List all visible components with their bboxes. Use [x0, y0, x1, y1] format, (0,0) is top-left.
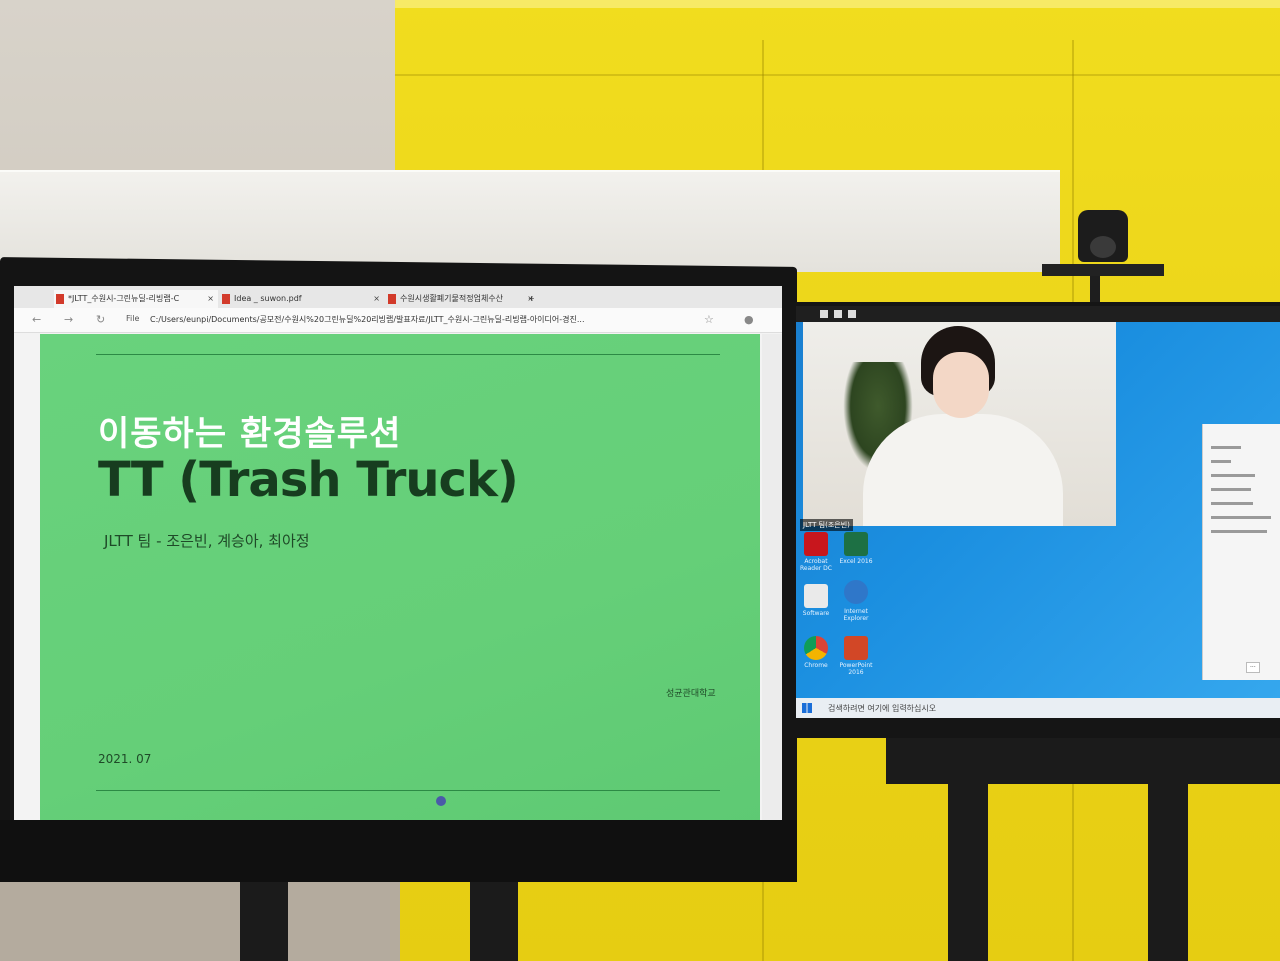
- acrobat-icon[interactable]: [804, 532, 828, 556]
- tab-jltt-ppt[interactable]: *JLTT_수원시-그린뉴딜-리빙랩-C ×: [54, 290, 218, 308]
- left-monitor-chin: [0, 820, 797, 882]
- camera-lens: [1090, 236, 1116, 258]
- internet-explorer-icon[interactable]: [844, 580, 868, 604]
- slide-bottom-rule: [96, 790, 720, 791]
- presentation-slide: 이동하는 환경솔루션 TT (Trash Truck) JLTT 팀 - 조은빈…: [40, 334, 760, 820]
- view-icon[interactable]: [834, 310, 842, 318]
- desktop-icon-label: Acrobat Reader DC: [800, 558, 832, 572]
- power-icon: [436, 796, 446, 806]
- pdf-icon: [222, 294, 230, 304]
- slide-university: 성균관대학교: [666, 689, 716, 699]
- monitor-stand-leg: [240, 880, 288, 961]
- tab-label: *JLTT_수원시-그린뉴딜-리빙랩-C: [68, 294, 180, 303]
- participant-name: JLTT 팀(조은빈): [800, 519, 853, 531]
- chat-message: [1211, 460, 1231, 463]
- address-bar[interactable]: ← → ↻ File C:/Users/eunpi/Documents/공모전/…: [14, 308, 782, 333]
- slide-title-english: TT (Trash Truck): [98, 452, 519, 508]
- left-monitor-screen: *JLTT_수원시-그린뉴딜-리빙랩-C × Idea _ suwon.pdf …: [14, 286, 782, 820]
- file-label: File: [126, 314, 140, 323]
- forward-icon[interactable]: →: [64, 313, 73, 326]
- chat-message: [1211, 446, 1241, 449]
- close-icon[interactable]: ×: [207, 290, 214, 308]
- chrome-icon[interactable]: [804, 636, 828, 660]
- monitor-stand-leg: [1148, 784, 1188, 961]
- meeting-toolbar: [796, 306, 1280, 322]
- tab-idea-suwon[interactable]: Idea _ suwon.pdf ×: [220, 290, 384, 308]
- url-text[interactable]: C:/Users/eunpi/Documents/공모전/수원시%20그린뉴딜%…: [150, 314, 585, 325]
- desktop-icon-label: Excel 2016: [839, 558, 873, 565]
- chat-message: [1211, 516, 1271, 519]
- wall-panel-seam: [395, 74, 1280, 76]
- slide-team-members: JLTT 팀 - 조은빈, 계승아, 최아정: [104, 532, 310, 550]
- tab-suwon-waste[interactable]: 수원시생활폐기물적정업체수산 ×: [386, 290, 538, 308]
- monitor-stand-bar: [886, 738, 1280, 784]
- excel-icon[interactable]: [844, 532, 868, 556]
- wall-top-edge: [395, 0, 1280, 8]
- chat-message: [1211, 488, 1251, 491]
- taskbar-search[interactable]: 검색하려면 여기에 입력하십시오: [828, 703, 936, 714]
- browser-tab-bar: *JLTT_수원시-그린뉴딜-리빙랩-C × Idea _ suwon.pdf …: [14, 286, 782, 309]
- tab-label: 수원시생활폐기물적정업체수산: [400, 294, 504, 303]
- software-icon[interactable]: [804, 584, 828, 608]
- vertical-scrollbar[interactable]: [762, 334, 782, 820]
- send-message-button[interactable]: ···: [1246, 662, 1260, 673]
- person-face: [933, 352, 989, 418]
- grid-icon[interactable]: [848, 310, 856, 318]
- desktop-icon-label: Chrome: [804, 662, 828, 669]
- powerpoint-icon[interactable]: [844, 636, 868, 660]
- person-shirt: [863, 414, 1063, 526]
- desktop-icon-label: PowerPoint 2016: [839, 662, 873, 676]
- camera-shelf: [1042, 264, 1164, 276]
- tab-label: Idea _ suwon.pdf: [234, 294, 302, 303]
- favorite-icon[interactable]: ☆: [704, 313, 714, 326]
- desktop-icon-label: Internet Explorer: [843, 608, 869, 622]
- whiteboard: [0, 170, 1060, 272]
- slide-date: 2021. 07: [98, 752, 152, 766]
- refresh-icon[interactable]: ↻: [96, 313, 105, 326]
- slide-top-rule: [96, 354, 720, 355]
- chat-message: [1211, 502, 1253, 505]
- chat-panel: [1202, 424, 1280, 680]
- slide-title-korean: 이동하는 환경솔루션: [98, 414, 402, 454]
- pdf-icon: [56, 294, 64, 304]
- new-tab-button[interactable]: +: [524, 290, 544, 308]
- close-icon[interactable]: ×: [373, 290, 380, 308]
- windows-start-icon[interactable]: [802, 703, 812, 713]
- chat-message: [1211, 474, 1255, 477]
- participant-video: [803, 322, 1116, 526]
- profile-icon[interactable]: ●: [744, 313, 754, 326]
- desktop-icon-label: Software: [802, 610, 830, 617]
- back-icon[interactable]: ←: [32, 313, 41, 326]
- chat-message: [1211, 530, 1267, 533]
- view-icon[interactable]: [820, 310, 828, 318]
- monitor-stand-leg: [948, 784, 988, 961]
- pdf-icon: [388, 294, 396, 304]
